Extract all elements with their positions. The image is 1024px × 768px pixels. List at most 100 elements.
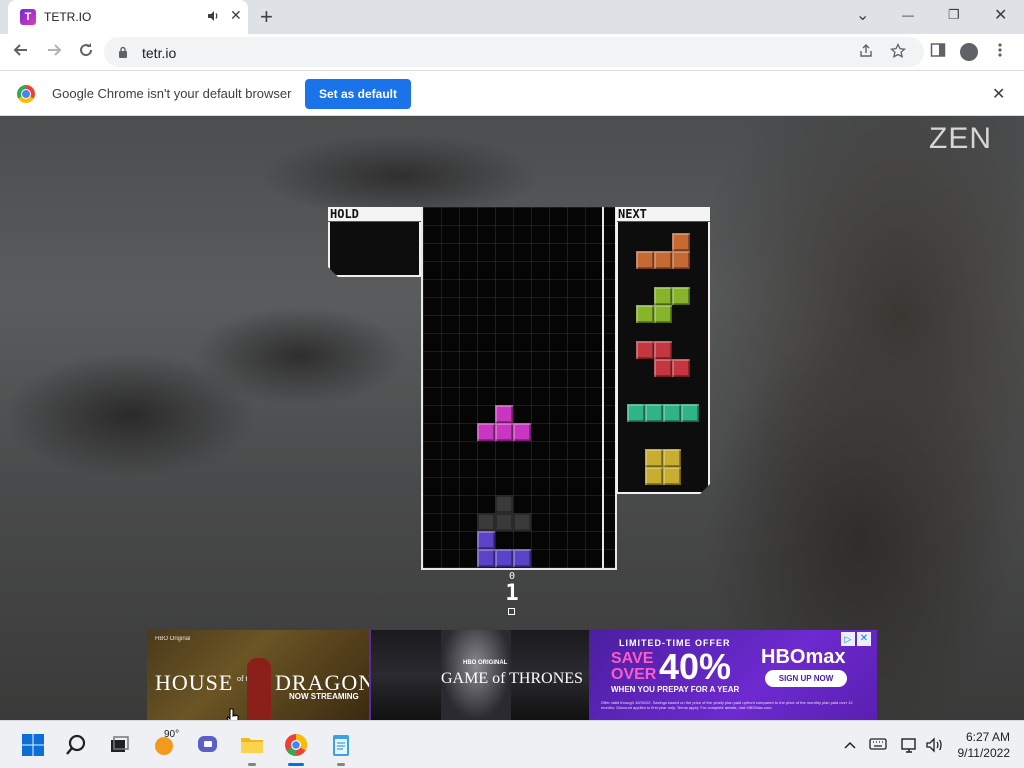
menu-kebab-icon[interactable] (998, 42, 1002, 62)
hbo-prepay: WHEN YOU PREPAY FOR A YEAR (611, 685, 740, 694)
tab-search-icon[interactable]: ⌄ (856, 5, 869, 25)
lock-icon[interactable] (118, 45, 128, 58)
search-icon[interactable] (64, 733, 88, 757)
hbo-brand: HBOmax (761, 646, 846, 668)
clock-date[interactable]: 9/11/2022 (950, 746, 1011, 760)
side-panel-icon[interactable] (930, 42, 946, 62)
share-icon[interactable] (858, 43, 874, 63)
next-cell-O (645, 467, 663, 485)
hbo-fine-print: Offer valid through 10/30/22. Savings ba… (601, 700, 853, 710)
infobar-close-icon[interactable]: ✕ (992, 84, 1005, 104)
board-cell-T (495, 405, 513, 423)
ad-close-icon[interactable]: ✕ (857, 632, 871, 646)
new-tab-button[interactable]: + (260, 4, 273, 30)
next-cell-I (645, 404, 663, 422)
next-cell-L (672, 251, 690, 269)
board-cell-ghost (495, 495, 513, 513)
windows-start-icon[interactable] (21, 733, 45, 757)
board-cell-J (477, 549, 495, 567)
board-cell-T (477, 423, 495, 441)
network-icon[interactable] (900, 736, 918, 754)
ad-hbomax[interactable]: LIMITED-TIME OFFER SAVE OVER 40% WHEN YO… (589, 630, 877, 720)
next-cell-L (654, 251, 672, 269)
next-cell-I (627, 404, 645, 422)
mode-label: ZEN (929, 122, 992, 155)
profile-avatar-icon[interactable] (960, 43, 978, 61)
board-cell-ghost (477, 513, 495, 531)
hotd-brand: HBO Original (155, 636, 191, 642)
hbo-cta-button[interactable]: SIGN UP NOW (765, 670, 847, 687)
tab-close-icon[interactable]: ✕ (230, 7, 242, 24)
chevron-up-icon[interactable] (842, 737, 858, 753)
close-window-button[interactable]: ✕ (994, 5, 1007, 25)
hold-panel (328, 222, 421, 277)
clock-time[interactable]: 6:27 AM (950, 730, 1010, 744)
screen: { "browser": { "tab": { "title": "TETR.I… (0, 0, 1024, 768)
task-view-icon[interactable] (107, 733, 131, 757)
taskbar: 90° 6:27 AM 9/11/2022 (0, 720, 1024, 768)
address-bar[interactable]: tetr.io (104, 37, 924, 67)
default-browser-infobar: Google Chrome isn't your default browser… (0, 70, 1024, 116)
url-text[interactable]: tetr.io (142, 45, 176, 61)
forward-button[interactable] (45, 41, 63, 64)
ad-banner[interactable]: HBO Original HOUSE of the DRAGON NOW STR… (147, 630, 877, 720)
ad-house-of-the-dragon[interactable]: HBO Original HOUSE of the DRAGON NOW STR… (147, 630, 374, 720)
board-cell-ghost (513, 513, 531, 531)
reload-button[interactable] (77, 41, 95, 64)
ad-game-of-thrones[interactable]: HBO ORIGINAL GAME of THRONES (369, 630, 589, 720)
weather-temp: 90° (164, 729, 180, 740)
next-cell-L (636, 251, 654, 269)
adchoices-icon[interactable]: ▷ (841, 632, 855, 646)
browser-toolbar: tetr.io (0, 34, 1024, 70)
next-cell-O (645, 449, 663, 467)
board-cell-T (513, 423, 531, 441)
restore-button[interactable]: ❐ (948, 7, 960, 23)
teams-chat-icon[interactable] (196, 733, 220, 757)
board-cell-J (477, 531, 495, 549)
next-cell-S (672, 287, 690, 305)
tab-strip: T TETR.IO ✕ + ⌄ — ❐ ✕ (0, 0, 1024, 34)
hold-label: HOLD (328, 207, 421, 221)
chrome-active-indicator (288, 763, 304, 766)
next-cell-O (663, 449, 681, 467)
hbo-percent: 40% (659, 646, 732, 687)
notepad-icon[interactable] (329, 733, 353, 757)
next-cell-L (672, 233, 690, 251)
notepad-running-indicator (337, 763, 345, 766)
got-title: GAME of THRONES (441, 670, 583, 687)
next-cell-S (636, 305, 654, 323)
file-explorer-icon[interactable] (240, 733, 264, 757)
next-cell-O (663, 467, 681, 485)
next-cell-I (663, 404, 681, 422)
set-as-default-button[interactable]: Set as default (305, 79, 411, 109)
board-cell-J (495, 549, 513, 567)
board-cell-T (495, 423, 513, 441)
minimize-button[interactable]: — (902, 8, 914, 22)
next-cell-I (681, 404, 699, 422)
counter-big: 1 (505, 581, 519, 606)
board-divider (602, 207, 604, 570)
next-cell-Z (654, 359, 672, 377)
chrome-logo-icon (17, 85, 35, 103)
next-cell-Z (654, 341, 672, 359)
volume-icon[interactable] (925, 736, 943, 754)
tab-tetrio[interactable]: T TETR.IO ✕ (8, 0, 248, 34)
next-cell-Z (672, 359, 690, 377)
hotd-title-top: HOUSE (155, 670, 234, 695)
board-cell-J (513, 549, 531, 567)
next-cell-S (654, 287, 672, 305)
next-cell-Z (636, 341, 654, 359)
keyboard-icon[interactable] (869, 737, 887, 753)
chrome-taskbar-icon[interactable] (284, 733, 308, 757)
board-cell-ghost (495, 513, 513, 531)
bookmark-star-icon[interactable] (889, 42, 907, 63)
explorer-running-indicator (248, 763, 256, 766)
hotd-sub: NOW STREAMING (289, 692, 359, 701)
tetrio-favicon-icon: T (20, 9, 36, 25)
back-button[interactable] (12, 41, 30, 64)
infobar-message: Google Chrome isn't your default browser (52, 86, 292, 101)
next-label: NEXT (616, 207, 710, 221)
hotd-figure (247, 658, 271, 720)
hbo-over: OVER (611, 666, 657, 683)
speaker-icon[interactable] (206, 9, 220, 26)
